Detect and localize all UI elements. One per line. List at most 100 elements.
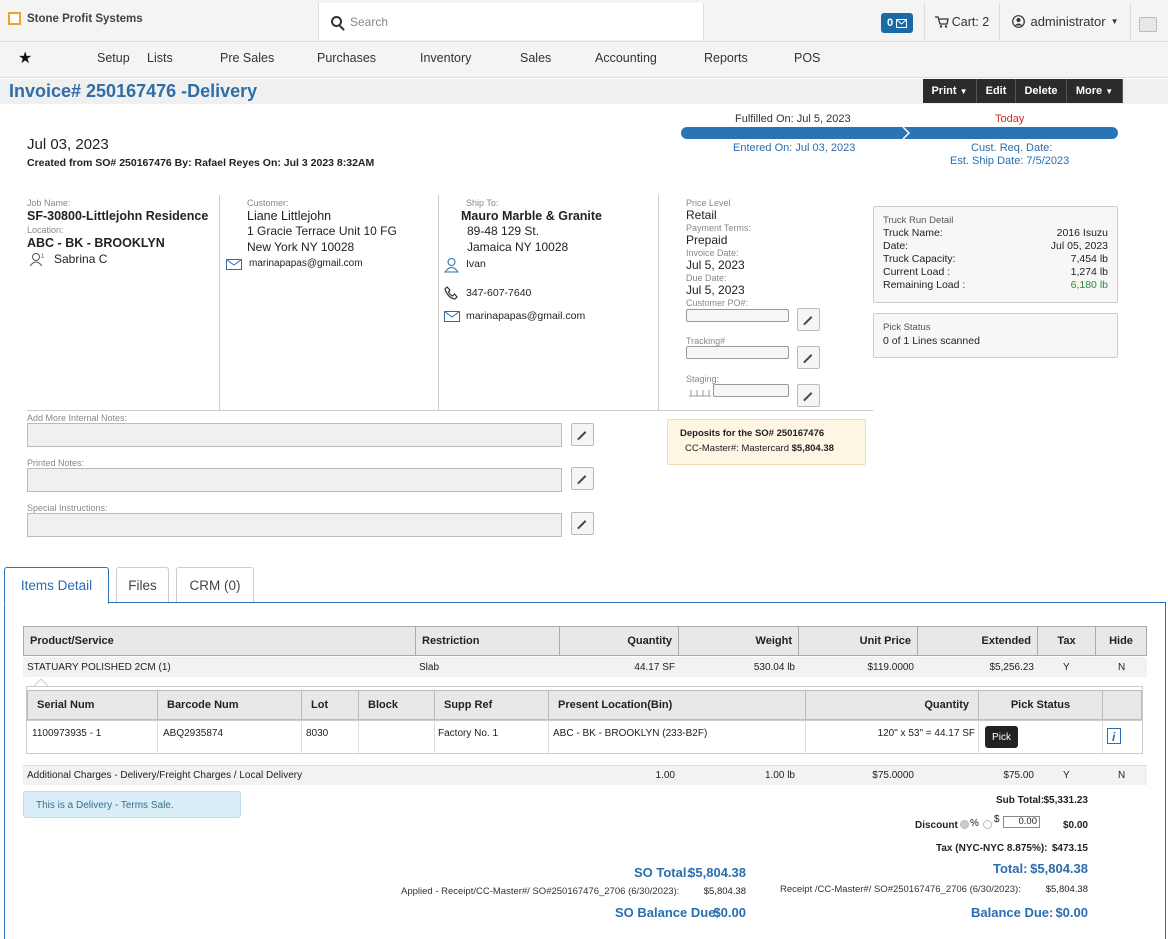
- internal-notes-field[interactable]: [27, 423, 562, 447]
- nav-setup[interactable]: Setup: [97, 51, 130, 65]
- due-date-label: Due Date:: [686, 273, 727, 283]
- printed-notes-label: Printed Notes:: [27, 458, 85, 468]
- customer-name[interactable]: Liane Littlejohn: [247, 209, 331, 223]
- pick-status-value: 0 of 1 Lines scanned: [883, 335, 980, 347]
- tracking-field[interactable]: [686, 346, 789, 359]
- search-placeholder: Search: [350, 14, 389, 29]
- percent-symbol: %: [970, 818, 979, 829]
- item-hide: N: [1118, 662, 1126, 673]
- item-unit-price: $75.0000: [872, 770, 914, 781]
- chevron-down-icon: ▼: [1110, 17, 1119, 26]
- lot-value: 8030: [306, 728, 329, 739]
- contact-person-icon: [444, 258, 459, 273]
- col-hide: Hide: [1095, 626, 1147, 656]
- item-product: STATUARY POLISHED 2CM (1): [27, 662, 171, 673]
- price-level-label: Price Level: [686, 198, 731, 208]
- nav-accounting[interactable]: Accounting: [595, 51, 657, 65]
- item-weight: 1.00 lb: [764, 770, 795, 781]
- receipt-amount: $5,804.38: [1045, 884, 1088, 895]
- so-total-label: SO Total:: [634, 865, 691, 880]
- col-quantity: Quantity: [559, 626, 678, 656]
- cell-divider: [358, 720, 359, 753]
- so-balance-due-value: $0.00: [713, 905, 746, 920]
- user-menu[interactable]: administrator ▼: [1001, 3, 1131, 40]
- nav-pos[interactable]: POS: [794, 51, 820, 65]
- column-divider: [658, 195, 659, 410]
- edit-internal-notes-button[interactable]: [571, 423, 594, 446]
- pencil-icon: [578, 430, 587, 439]
- col-serial-quantity: Quantity: [805, 690, 978, 720]
- truck-row: Date: Jul 05, 2023: [883, 240, 1108, 253]
- print-label: Print: [931, 85, 957, 97]
- barcode-num: ABQ2935874: [163, 728, 224, 739]
- brand-logo[interactable]: Stone Profit Systems: [8, 12, 143, 25]
- truck-date-label: Date:: [883, 240, 909, 252]
- subtotal-value: $5,331.23: [1043, 795, 1089, 806]
- staging-field[interactable]: [713, 384, 789, 397]
- edit-printed-notes-button[interactable]: [571, 467, 594, 490]
- pencil-icon: [804, 353, 813, 362]
- edit-staging-button[interactable]: [797, 384, 820, 407]
- print-button[interactable]: Print ▼: [923, 79, 977, 103]
- edit-special-instructions-button[interactable]: [571, 512, 594, 535]
- payment-terms-label: Payment Terms:: [686, 223, 751, 233]
- pick-button[interactable]: Pick: [985, 726, 1018, 748]
- pick-status-panel: Pick Status 0 of 1 Lines scanned: [873, 313, 1118, 358]
- discount-percent-radio[interactable]: [960, 820, 969, 829]
- monitor-icon[interactable]: [1139, 17, 1157, 32]
- col-supp-ref: Supp Ref: [434, 690, 548, 720]
- discount-input[interactable]: 0.00: [1003, 816, 1040, 828]
- item-extended: $5,256.23: [989, 662, 1035, 673]
- edit-button[interactable]: Edit: [977, 79, 1016, 103]
- progress-chevron-icon: [902, 127, 911, 139]
- ship-to-email[interactable]: marinapapas@gmail.com: [466, 310, 585, 322]
- tab-items-detail[interactable]: Items Detail: [4, 567, 109, 604]
- nav-inventory[interactable]: Inventory: [420, 51, 471, 65]
- edit-customer-po-button[interactable]: [797, 308, 820, 331]
- est-ship-date: Est. Ship Date: 7/5/2023: [950, 155, 1070, 167]
- nav-reports[interactable]: Reports: [704, 51, 748, 65]
- printed-notes-field[interactable]: [27, 468, 562, 492]
- nav-pre-sales[interactable]: Pre Sales: [220, 51, 274, 65]
- special-instructions-field[interactable]: [27, 513, 562, 537]
- discount-dollar-radio[interactable]: [983, 820, 992, 829]
- item-restriction: Slab: [419, 662, 440, 673]
- info-icon[interactable]: i: [1107, 728, 1121, 744]
- nav-sales[interactable]: Sales: [520, 51, 551, 65]
- so-total-value: $5,804.38: [688, 865, 746, 880]
- col-block: Block: [358, 690, 434, 720]
- cell-divider: [978, 720, 979, 753]
- col-present-location: Present Location(Bin): [548, 690, 805, 720]
- truck-row: Truck Capacity: 7,454 lb: [883, 253, 1108, 266]
- nav-lists[interactable]: Lists: [147, 51, 173, 65]
- sales-rep-icon: 1: [29, 253, 45, 267]
- col-unit-price: Unit Price: [798, 626, 917, 656]
- customer-po-field[interactable]: [686, 309, 789, 322]
- favorites-star-icon[interactable]: ★: [18, 48, 32, 68]
- email-icon: [444, 311, 460, 322]
- receipt-label: Receipt /CC-Master#/ SO#250167476_2706 (…: [780, 884, 1021, 895]
- item-quantity: 44.17 SF: [634, 662, 675, 673]
- supp-ref-value: Factory No. 1: [438, 728, 499, 739]
- location-value: ABC - BK - BROOKLYN: [27, 236, 165, 250]
- item-product: Additional Charges - Delivery/Freight Ch…: [27, 770, 303, 781]
- truck-name-label: Truck Name:: [883, 227, 943, 239]
- truck-run-panel: Truck Run Detail Truck Name: 2016 Isuzu D…: [873, 206, 1118, 303]
- customer-email[interactable]: marinapapas@gmail.com: [249, 258, 363, 269]
- ship-to-name: Mauro Marble & Granite: [461, 209, 602, 223]
- discount-label: Discount: [915, 820, 958, 831]
- brand-name: Stone Profit Systems: [27, 12, 143, 25]
- tab-files[interactable]: Files: [116, 567, 169, 603]
- cart-button[interactable]: Cart: 2: [924, 3, 1000, 40]
- truck-date: Jul 05, 2023: [1050, 240, 1108, 252]
- cell-divider: [1102, 720, 1103, 753]
- nav-purchases[interactable]: Purchases: [317, 51, 376, 65]
- delete-button[interactable]: Delete: [1016, 79, 1067, 103]
- messages-badge[interactable]: 0: [881, 13, 913, 33]
- total-value: $5,804.38: [1030, 861, 1088, 876]
- tab-crm[interactable]: CRM (0): [176, 567, 254, 603]
- search-input[interactable]: Search: [318, 3, 704, 40]
- column-divider: [438, 195, 439, 410]
- more-button[interactable]: More ▼: [1067, 79, 1123, 103]
- edit-tracking-button[interactable]: [797, 346, 820, 369]
